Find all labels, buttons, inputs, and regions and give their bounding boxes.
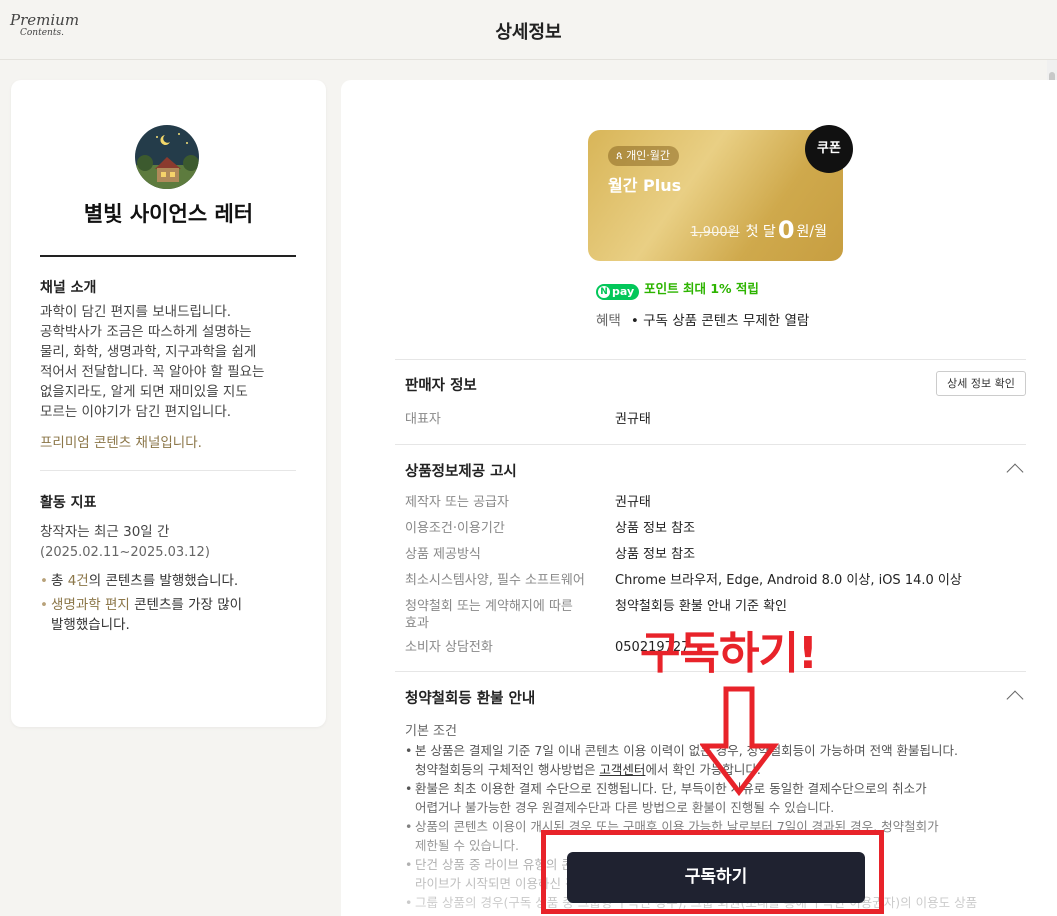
arrow-down-icon <box>700 686 780 796</box>
npay-points: Npay 포인트 최대 1% 적립 <box>596 278 759 300</box>
info-key: 청약철회 또는 계약해지에 따른효과 <box>405 598 605 632</box>
price-value: 0 <box>777 216 795 244</box>
intro-line: 모르는 이야기가 담긴 편지입니다. <box>40 404 232 420</box>
seller-detail-button[interactable]: 상세 정보 확인 <box>936 371 1026 396</box>
page-title: 상세정보 <box>495 22 562 43</box>
premium-channel-link[interactable]: 프리미엄 콘텐츠 채널입니다. <box>40 431 202 451</box>
chevron-up-icon[interactable] <box>1006 463 1024 481</box>
info-value: 권규태 <box>615 495 651 510</box>
intro-title: 채널 소개 <box>40 280 97 296</box>
info-key: 최소시스템사양, 필수 소프트웨어 <box>405 573 585 588</box>
activity-item: • 총 4건의 콘텐츠를 발행했습니다. <box>40 571 300 591</box>
person-icon: ጰ <box>616 149 627 162</box>
activity-item: • 생명과학 편지 콘텐츠를 가장 많이 발행했습니다. <box>40 595 300 635</box>
refund-line: 본 상품은 결제일 기준 7일 이내 콘텐츠 이용 이력이 없는 경우, 청약철… <box>415 743 959 758</box>
info-key: 이용조건·이용기간 <box>405 521 505 536</box>
first-month-label: 첫 달 <box>745 224 776 240</box>
refund-line: 어렵거나 불가능한 경우 원결제수단과 다른 방법으로 환불이 진행될 수 있습… <box>415 800 835 815</box>
intro-line: 없을지라도, 알게 되면 재미있을 지도 <box>40 384 248 400</box>
product-notice-title[interactable]: 상품정보제공 고시 <box>405 460 517 481</box>
divider <box>395 359 1026 360</box>
channel-info-card: 별빛 사이언스 레터 채널 소개 과학이 담긴 편지를 보내드립니다. 공학박사… <box>11 80 326 727</box>
customer-center-link[interactable]: 고객센터 <box>599 762 645 777</box>
intro-line: 물리, 화학, 생명과학, 지구과학을 쉽게 <box>40 344 257 360</box>
info-key: 제작자 또는 공급자 <box>405 495 509 510</box>
chevron-up-icon[interactable] <box>1006 690 1024 708</box>
activity-2-suffix: 콘텐츠를 가장 많이 <box>129 597 243 613</box>
plan-title: 월간 Plus <box>608 176 682 195</box>
plan-badge: ጰ 개인·월간 <box>608 146 680 166</box>
divider <box>40 470 296 471</box>
npay-text: 포인트 최대 1% 적립 <box>644 281 759 296</box>
info-key: 소비자 상담전화 <box>405 640 493 655</box>
divider <box>395 444 1026 445</box>
divider <box>40 255 296 257</box>
info-value[interactable]: 청약철회등 환불 안내 기준 확인 <box>615 598 787 615</box>
bullet-icon: • <box>40 573 48 589</box>
activity-range: (2025.02.11~2025.03.12) <box>40 545 210 560</box>
activity-1-prefix: 총 <box>51 573 68 589</box>
activity-2-line2: 발행했습니다. <box>51 617 130 633</box>
price-unit: 원/월 <box>796 224 827 240</box>
channel-name: 별빛 사이언스 레터 <box>83 202 254 226</box>
npay-logo-icon: Npay <box>596 284 640 300</box>
avatar[interactable] <box>135 125 199 189</box>
activity-1-suffix: 의 콘텐츠를 발행했습니다. <box>88 573 239 589</box>
refund-line: 제한될 수 있습니다. <box>415 838 519 853</box>
benefit-row: 혜택 • 구독 상품 콘텐츠 무제한 열람 <box>596 309 809 329</box>
activity-1-count: 4건 <box>67 573 89 589</box>
starry-night-house-icon <box>135 125 199 189</box>
annotation-text: 구독하기! <box>640 628 818 679</box>
refund-line: 환불은 최초 이용한 결제 수단으로 진행됩니다. 단, 부득이한 사유로 동일… <box>415 781 927 796</box>
product-detail-panel: ጰ 개인·월간 월간 Plus 1,900원 첫 달0 원/월 쿠폰 Npay 포인트… <box>341 80 1057 916</box>
info-key-line1: 청약철회 또는 계약해지에 따른 <box>405 599 573 614</box>
intro-text: 과학이 담긴 편지를 보내드립니다. 공학박사가 조금은 따스하게 설명하는 물… <box>40 302 300 422</box>
plan-price: 1,900원 첫 달0 원/월 <box>690 216 827 244</box>
refund-basic-label: 기본 조건 <box>405 724 457 739</box>
intro-line: 과학이 담긴 편지를 보내드립니다. <box>40 304 232 320</box>
refund-title[interactable]: 청약철회등 환불 안내 <box>405 687 535 708</box>
top-bar: Premium Contents. 상세정보 <box>0 0 1057 60</box>
info-value: 권규태 <box>615 412 651 427</box>
activity-title: 활동 지표 <box>40 495 97 511</box>
annotation-highlight-box <box>541 830 884 914</box>
info-value: 상품 정보 참조 <box>615 547 696 562</box>
bullet-icon: • <box>40 597 48 613</box>
info-value: 상품 정보 참조 <box>615 521 696 536</box>
npay-logo-text: pay <box>612 285 635 298</box>
benefit-text: • 구독 상품 콘텐츠 무제한 열람 <box>630 313 810 329</box>
info-key: 상품 제공방식 <box>405 547 481 562</box>
benefit-label: 혜택 <box>596 313 621 329</box>
info-value: Chrome 브라우저, Edge, Android 8.0 이상, iOS 1… <box>615 573 962 588</box>
coupon-badge[interactable]: 쿠폰 <box>805 125 853 173</box>
info-key: 대표자 <box>405 412 441 427</box>
activity-2-category: 생명과학 편지 <box>51 597 130 613</box>
original-price: 1,900원 <box>690 225 740 240</box>
intro-line: 공학박사가 조금은 따스하게 설명하는 <box>40 324 252 340</box>
info-key-line2: 효과 <box>405 616 429 631</box>
plan-badge-label: 개인·월간 <box>626 149 671 162</box>
activity-period: 창작자는 최근 30일 간 <box>40 524 170 540</box>
intro-line: 적어서 전달합니다. 꼭 알아야 할 필요는 <box>40 364 265 380</box>
refund-line: 청약철회등의 구체적인 행사방법은 <box>415 762 600 777</box>
seller-title: 판매자 정보 <box>405 378 477 394</box>
